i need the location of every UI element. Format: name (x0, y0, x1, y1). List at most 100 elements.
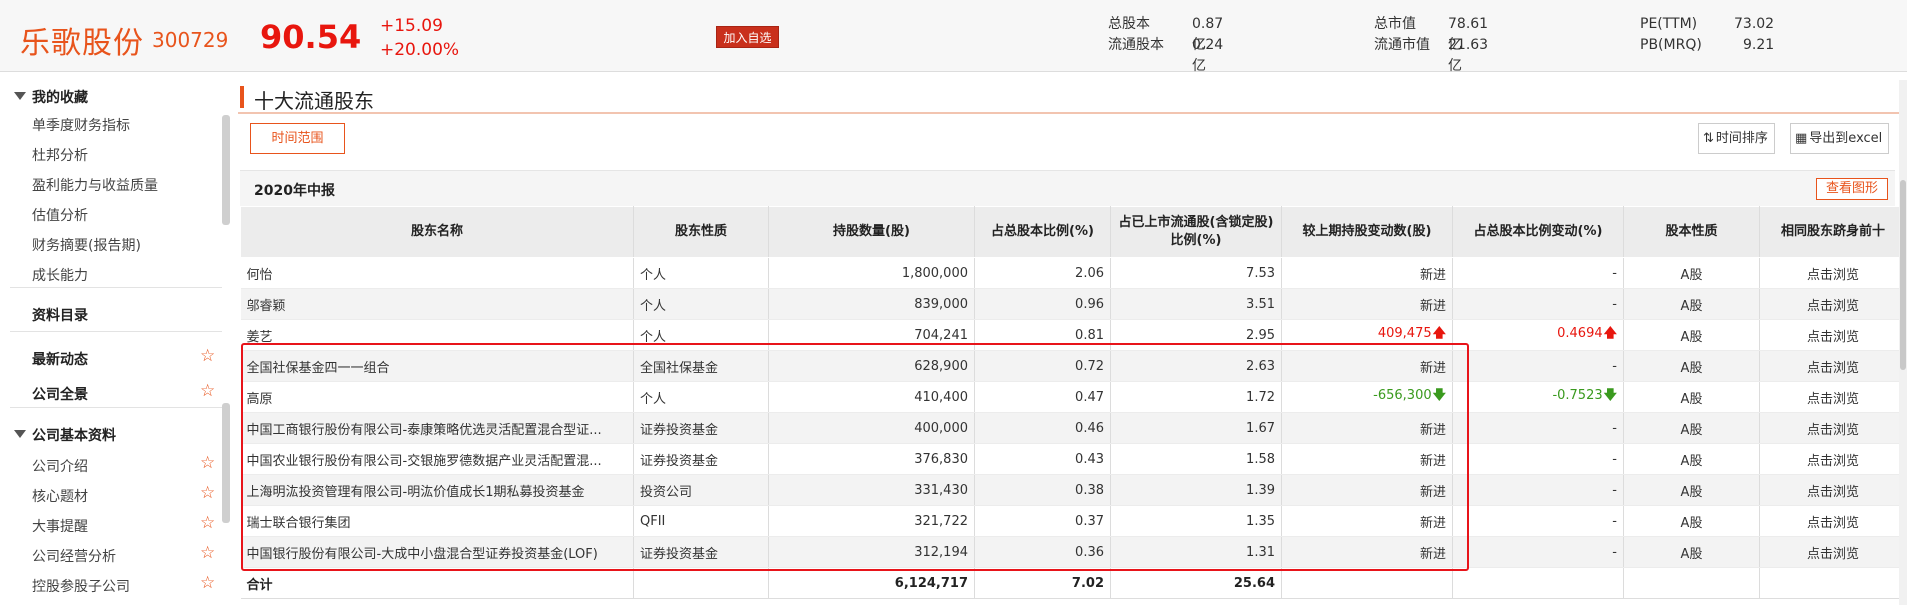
pct-change-cell: - (1452, 412, 1624, 444)
browse-link[interactable]: 点击浏览 (1759, 319, 1907, 351)
total-pct-total: 7.02 (974, 567, 1111, 599)
sidebar-item-events[interactable]: 大事提醒 (32, 516, 88, 536)
stat-pb: PB(MRQ) 9.21 (1640, 35, 1774, 56)
pct-change-value: - (1612, 420, 1617, 436)
sidebar-item-profitability[interactable]: 盈利能力与收益质量 (32, 175, 158, 195)
sidebar-item-subsidiaries[interactable]: 控股参股子公司 (32, 576, 130, 596)
browse-link[interactable]: 点击浏览 (1759, 381, 1907, 413)
share-nature: A股 (1623, 536, 1760, 568)
table-row: 中国农业银行股份有限公司-交银施罗德数据产业灵活配置混... 证券投资基金 376,… (240, 443, 1907, 475)
sidebar-item-overview[interactable]: 公司全景 (32, 384, 88, 404)
table-row: 高原 个人 410,400 0.47 1.72 -656,300🡇 -0.7523🡇 A股 点击… (240, 381, 1907, 413)
scroll-thumb[interactable] (1900, 180, 1906, 370)
stat-label: 流通股本 (1108, 37, 1164, 53)
col-shares[interactable]: 持股数量(股) (768, 206, 975, 258)
col-pct-float[interactable]: 占已上市流通股(含锁定股)比例(%) (1110, 206, 1282, 258)
stat-label: 总股本 (1108, 16, 1150, 32)
col-pct-total[interactable]: 占总股本比例(%) (974, 206, 1111, 258)
star-icon[interactable]: ☆ (200, 483, 215, 503)
sidebar-item-quarterly-indicators[interactable]: 单季度财务指标 (32, 115, 130, 135)
sidebar-scrollbar-lower[interactable] (222, 403, 230, 523)
holder-type: 证券投资基金 (633, 443, 769, 475)
pct-total: 0.72 (974, 350, 1111, 382)
pct-change-value: 0.4694 (1557, 326, 1603, 341)
sidebar-item-core-themes[interactable]: 核心题材 (32, 486, 88, 506)
pct-float: 3.51 (1110, 288, 1282, 320)
pct-change-cell: - (1452, 288, 1624, 320)
sidebar-item-company-intro[interactable]: 公司介绍 (32, 456, 88, 476)
empty-cell (1281, 567, 1453, 599)
holder-type: QFII (633, 505, 769, 537)
col-change[interactable]: 较上期持股变动数(股) (1281, 206, 1453, 258)
col-same-holder[interactable]: 相同股东跻身前十 (1759, 206, 1907, 258)
col-share-nature[interactable]: 股本性质 (1623, 206, 1760, 258)
shares: 839,000 (768, 288, 975, 320)
sidebar-item-financial-summary[interactable]: 财务摘要(报告期) (32, 235, 141, 255)
sidebar-item-valuation[interactable]: 估值分析 (32, 205, 88, 225)
sort-by-time-button[interactable]: ⇅ 时间排序 (1698, 123, 1775, 154)
star-icon[interactable]: ☆ (200, 346, 215, 366)
pct-change-value: - (1612, 296, 1617, 312)
stock-name: 乐歌股份 (20, 26, 144, 61)
star-icon[interactable]: ☆ (200, 453, 215, 473)
browse-link[interactable]: 点击浏览 (1759, 505, 1907, 537)
change-value: 新进 (1419, 422, 1446, 438)
star-icon[interactable]: ☆ (200, 543, 215, 563)
star-icon[interactable]: ☆ (200, 513, 215, 533)
stock-change: +15.09 +20.00% (380, 14, 459, 62)
pct-change-cell: 0.4694🡅 (1452, 319, 1624, 351)
section-basic-info[interactable]: 公司基本资料 (14, 425, 116, 445)
stat-value: 21.63 亿 (1448, 37, 1489, 74)
table-row: 全国社保基金四一一组合 全国社保基金 628,900 0.72 2.63 新进 - A股 点击浏… (240, 350, 1907, 382)
view-chart-button[interactable]: 查看图形 (1816, 178, 1888, 200)
star-icon[interactable]: ☆ (200, 381, 215, 401)
sidebar-item-dupont[interactable]: 杜邦分析 (32, 145, 88, 165)
star-icon[interactable]: ☆ (200, 573, 215, 593)
pct-total: 0.96 (974, 288, 1111, 320)
change-value: 新进 (1419, 267, 1446, 283)
col-holder-type[interactable]: 股东性质 (633, 206, 769, 258)
total-label: 合计 (240, 567, 634, 599)
browse-link[interactable]: 点击浏览 (1759, 350, 1907, 382)
holder-type: 个人 (633, 381, 769, 413)
sidebar-item-catalog[interactable]: 资料目录 (32, 305, 88, 325)
sidebar-item-latest[interactable]: 最新动态 (32, 349, 88, 369)
browse-link[interactable]: 点击浏览 (1759, 257, 1907, 289)
pct-total: 0.36 (974, 536, 1111, 568)
export-excel-button[interactable]: ▦ 导出到excel (1790, 123, 1890, 154)
share-nature: A股 (1623, 412, 1760, 444)
stat-total-shares: 总股本 0.87 亿 (1108, 14, 1223, 53)
sidebar-scrollbar[interactable] (222, 115, 230, 225)
share-nature: A股 (1623, 474, 1760, 506)
browse-link[interactable]: 点击浏览 (1759, 474, 1907, 506)
up-arrow-icon: 🡅 (1603, 326, 1617, 341)
stat-label: 流通市值 (1374, 37, 1430, 53)
browse-link[interactable]: 点击浏览 (1759, 443, 1907, 475)
holder-name: 全国社保基金四一一组合 (240, 350, 634, 382)
section-title: 公司基本资料 (32, 428, 116, 444)
down-arrow-icon: 🡇 (1603, 388, 1617, 403)
shares: 628,900 (768, 350, 975, 382)
change-value: -656,300 (1373, 388, 1432, 403)
sidebar-item-growth[interactable]: 成长能力 (32, 265, 88, 285)
holder-name: 中国银行股份有限公司-大成中小盘混合型证券投资基金(LOF) (240, 536, 634, 568)
browse-link[interactable]: 点击浏览 (1759, 412, 1907, 444)
col-holder-name[interactable]: 股东名称 (240, 206, 634, 258)
total-pct-float: 25.64 (1110, 567, 1282, 599)
browse-link[interactable]: 点击浏览 (1759, 536, 1907, 568)
time-range-button[interactable]: 时间范围 (250, 123, 345, 154)
report-period: 2020年中报 (254, 183, 335, 199)
pct-change-value: -0.7523 (1552, 388, 1603, 403)
holder-type: 个人 (633, 288, 769, 320)
main-scrollbar[interactable] (1899, 80, 1907, 605)
add-to-watchlist-button[interactable]: 加入自选 (716, 26, 779, 48)
holder-type: 全国社保基金 (633, 350, 769, 382)
browse-link[interactable]: 点击浏览 (1759, 288, 1907, 320)
col-pct-change[interactable]: 占总股本比例变动(%) (1452, 206, 1624, 258)
page-title: 十大流通股东 (254, 89, 374, 113)
holder-name: 何怡 (240, 257, 634, 289)
sidebar-item-operations[interactable]: 公司经营分析 (32, 546, 116, 566)
section-favorites[interactable]: 我的收藏 (14, 87, 88, 107)
sidebar: 我的收藏 单季度财务指标 杜邦分析 盈利能力与收益质量 估值分析 财务摘要(报告… (0, 73, 235, 605)
stat-pe: PE(TTM) 73.02 (1640, 14, 1774, 35)
